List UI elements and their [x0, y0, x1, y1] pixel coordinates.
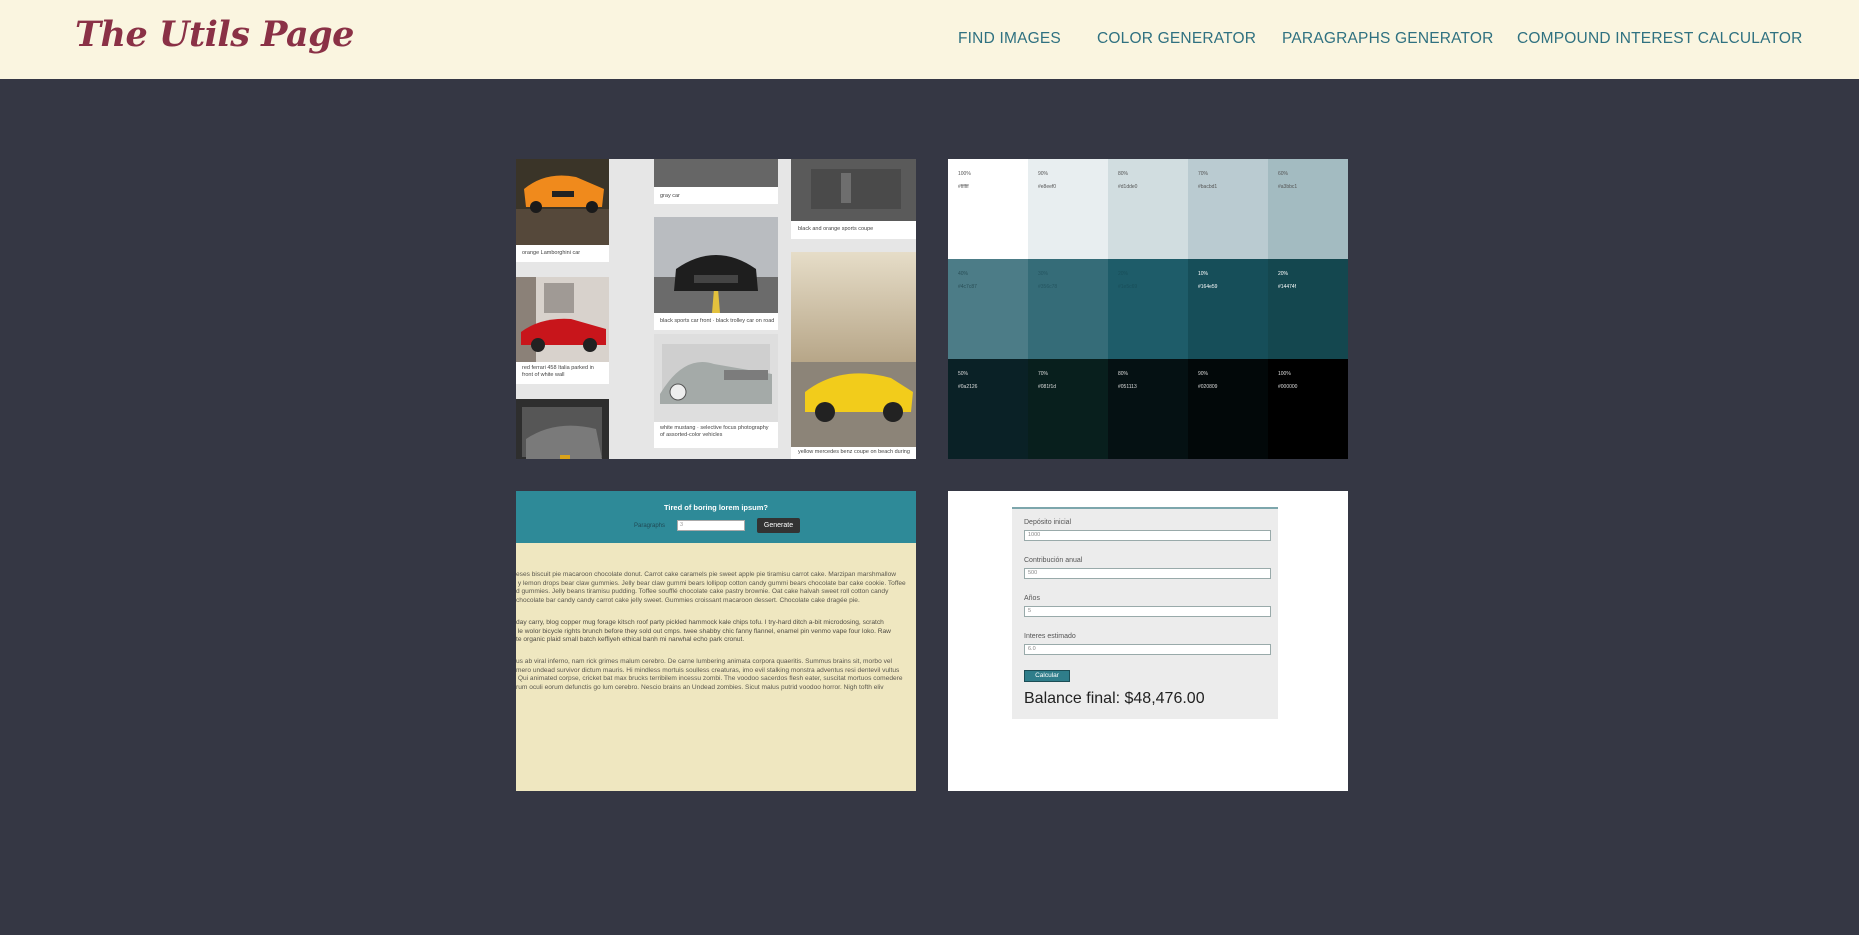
swatch-hex: #000000 [1278, 384, 1298, 390]
car-image [811, 169, 901, 209]
generator-title: Tired of boring lorem ipsum? [663, 503, 769, 512]
find-images-card[interactable]: orange Lamborghini car red ferrari 458 I… [516, 159, 916, 459]
color-swatch[interactable]: 20% #14474f [1268, 259, 1348, 359]
car-photo-yellow-audi [791, 252, 916, 459]
image-caption: yellow mercedes benz coupe on beach duri… [798, 449, 910, 455]
color-swatch[interactable]: 10% #164e59 [1188, 259, 1268, 359]
color-swatch[interactable]: 90% #e8eef0 [1028, 159, 1108, 259]
color-swatch[interactable]: 40% #4c7c87 [948, 259, 1028, 359]
paragraphs-label: Paragraphs [634, 523, 666, 529]
car-photo-garage [516, 399, 609, 459]
car-photo-black-mustang [654, 217, 778, 313]
annual-contribution-label: Contribución anual [1024, 557, 1083, 564]
calculate-button[interactable]: Calcular [1024, 670, 1070, 682]
swatch-hex: #bacbd1 [1198, 184, 1218, 190]
car-photo-gray [654, 159, 778, 187]
car-photo-red-ferrari [516, 277, 609, 362]
years-label: Años [1024, 595, 1040, 602]
swatch-hex: #4c7c87 [958, 284, 977, 290]
swatch-hex: #a3bbc1 [1278, 184, 1298, 190]
color-swatch[interactable]: 70% #081f1d [1028, 359, 1108, 459]
color-swatch[interactable]: 70% #bacbd1 [1188, 159, 1268, 259]
nav-paragraphs-generator[interactable]: PARAGRAPHS GENERATOR [1282, 30, 1494, 48]
swatch-hex: #081f1d [1038, 384, 1057, 390]
swatch-hex: #1e5c69 [1118, 284, 1138, 290]
swatch-percent: 100% [958, 171, 971, 177]
calculator-form: Depósito inicial 1000 Contribución anual… [1012, 507, 1278, 719]
car-image [516, 175, 609, 245]
swatch-percent: 90% [1198, 371, 1209, 377]
nav-color-generator[interactable]: COLOR GENERATOR [1097, 30, 1256, 48]
color-generator-card[interactable]: 100% #ffffff 90% #e8eef0 80% #d1dde0 70% #bacbd… [948, 159, 1348, 459]
color-swatch[interactable]: 90% #020809 [1188, 359, 1268, 459]
swatch-percent: 10% [1198, 271, 1209, 277]
color-swatch[interactable]: 30% #356c78 [1028, 259, 1108, 359]
annual-contribution-input[interactable]: 500 [1024, 568, 1271, 579]
swatch-percent: 80% [1118, 171, 1129, 177]
image-caption: gray car [660, 193, 680, 199]
swatch-percent: 20% [1278, 271, 1289, 277]
nav-find-images[interactable]: FIND IMAGES [958, 30, 1061, 48]
swatch-percent: 70% [1198, 171, 1209, 177]
swatch-hex: #051113 [1118, 384, 1137, 390]
swatch-hex: #0a2126 [958, 384, 978, 390]
image-caption: white mustang · selective focus photogra… [660, 425, 769, 438]
swatch-hex: #d1dde0 [1118, 184, 1138, 190]
color-swatch[interactable]: 60% #a3bbc1 [1268, 159, 1348, 259]
car-image [516, 277, 606, 362]
swatch-percent: 30% [1038, 271, 1049, 277]
color-swatch[interactable]: 100% #000000 [1268, 359, 1348, 459]
swatch-percent: 40% [958, 271, 969, 277]
color-swatch[interactable]: 80% #d1dde0 [1108, 159, 1188, 259]
image-caption: black sports car front · black trolley c… [660, 318, 775, 324]
swatch-percent: 80% [1118, 371, 1129, 377]
site-header: The Utils Page FIND IMAGES COLOR GENERAT… [0, 0, 1859, 79]
car-photo-vintage-row [654, 334, 778, 422]
car-photo-dark-coupe [791, 159, 916, 221]
swatch-hex: #e8eef0 [1038, 184, 1057, 190]
car-image [660, 344, 772, 404]
swatch-hex: #020809 [1198, 384, 1218, 390]
swatch-hex: #ffffff [958, 184, 969, 190]
swatch-percent: 60% [1278, 171, 1289, 177]
compound-interest-card[interactable]: Depósito inicial 1000 Contribución anual… [948, 491, 1348, 791]
image-caption: orange Lamborghini car [522, 250, 581, 256]
color-swatch[interactable]: 50% #0a2126 [948, 359, 1028, 459]
car-image [654, 255, 778, 313]
image-caption: red ferrari 458 Italia parked in front o… [522, 365, 594, 378]
swatch-percent: 20% [1118, 271, 1129, 277]
color-swatch[interactable]: 80% #051113 [1108, 359, 1188, 459]
paragraphs-count-input[interactable]: 3 [677, 520, 745, 531]
initial-deposit-input[interactable]: 1000 [1024, 530, 1271, 541]
swatch-percent: 70% [1038, 371, 1049, 377]
car-photo-orange-lamborghini [516, 159, 609, 245]
swatch-percent: 100% [1278, 371, 1291, 377]
interest-rate-input[interactable]: 6.0 [1024, 644, 1271, 655]
final-balance: Balance final: $48,476.00 [1024, 690, 1205, 707]
lorem-paragraph-3: us ab viral inferno, nam rick grimes mal… [516, 658, 903, 692]
image-caption: black and orange sports coupe [798, 226, 874, 232]
car-image [522, 407, 602, 459]
generator-header [516, 491, 916, 543]
swatch-hex: #164e59 [1198, 284, 1218, 290]
swatch-hex: #356c78 [1038, 284, 1058, 290]
color-swatch[interactable]: 20% #1e5c69 [1108, 259, 1188, 359]
generate-button[interactable]: Generate [757, 518, 800, 533]
lorem-paragraph-1: eses biscuit pie macaroon chocolate donu… [516, 571, 906, 605]
car-image [791, 252, 916, 459]
color-swatch[interactable]: 100% #ffffff [948, 159, 1028, 259]
years-input[interactable]: 5 [1024, 606, 1271, 617]
swatch-hex: #14474f [1278, 284, 1297, 290]
initial-deposit-label: Depósito inicial [1024, 519, 1072, 526]
paragraphs-generator-card[interactable]: Tired of boring lorem ipsum? Paragraphs … [516, 491, 916, 791]
swatch-percent: 50% [958, 371, 969, 377]
swatch-percent: 90% [1038, 171, 1049, 177]
lorem-paragraph-2: day carry, blog copper mug forage kitsch… [516, 619, 891, 644]
nav-compound-interest-calculator[interactable]: COMPOUND INTEREST CALCULATOR [1517, 30, 1803, 48]
interest-rate-label: Interes estimado [1024, 633, 1076, 640]
site-logo[interactable]: The Utils Page [75, 14, 354, 55]
